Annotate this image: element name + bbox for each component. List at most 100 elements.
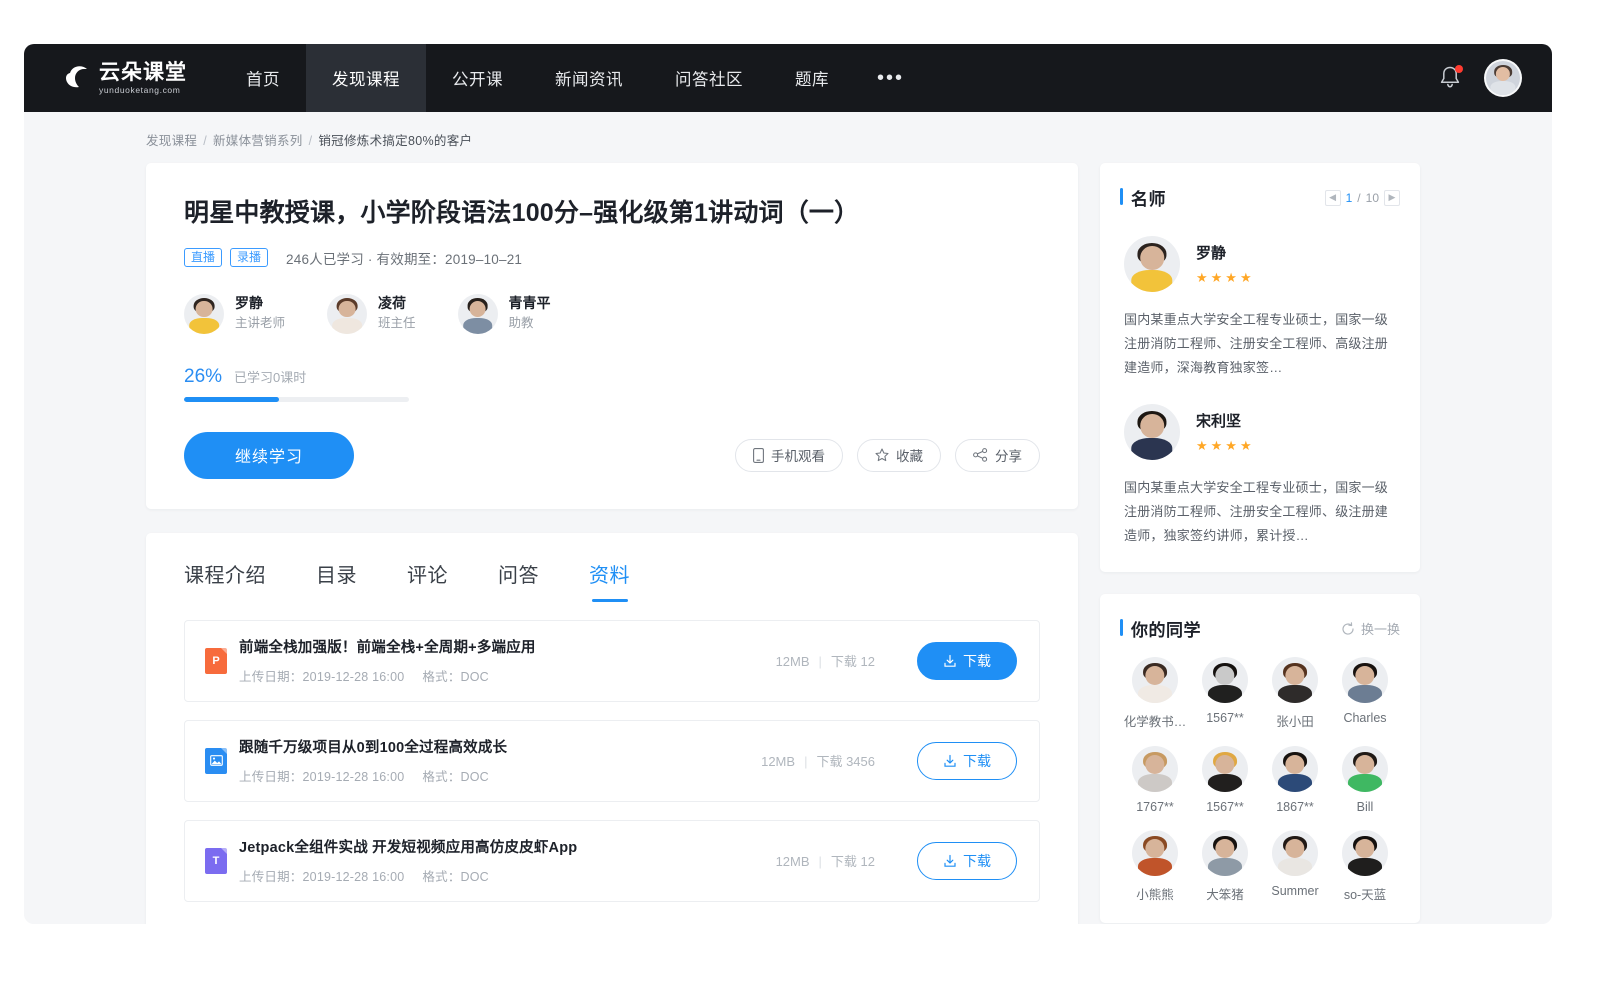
classmate-avatar bbox=[1202, 746, 1248, 792]
tag-live: 直播 bbox=[184, 248, 222, 267]
list-item[interactable]: 1767** bbox=[1120, 746, 1190, 814]
list-item[interactable]: 张小田 bbox=[1260, 657, 1330, 730]
image-file-icon bbox=[205, 748, 227, 774]
classmate-name: Charles bbox=[1343, 711, 1386, 725]
phone-icon bbox=[753, 448, 764, 463]
course-tabs: 课程介绍 目录 评论 问答 资料 bbox=[146, 533, 1078, 606]
bell-icon[interactable] bbox=[1438, 65, 1462, 91]
secondary-actions: 手机观看 收藏 bbox=[735, 439, 1040, 472]
list-item[interactable]: 跟随千万级项目从0到100全过程高效成长 上传日期：2019-12-28 16:… bbox=[184, 720, 1040, 802]
classmate-avatar bbox=[1272, 830, 1318, 876]
download-icon bbox=[943, 654, 957, 668]
progress-block: 26% 已学习0课时 bbox=[184, 366, 1040, 402]
classmate-name: 化学教书… bbox=[1124, 711, 1187, 730]
famous-teacher-entry[interactable]: 宋利坚 ★★★★ 国内某重点大学安全工程专业硕士，国家一级注册消防工程师、注册安… bbox=[1120, 384, 1400, 552]
list-item[interactable]: T Jetpack全组件实战 开发短视频应用高仿皮皮虾App 上传日期：2019… bbox=[184, 820, 1040, 902]
site-logo[interactable]: 云朵课堂 yunduoketang.com bbox=[24, 44, 220, 112]
teacher-name: 罗静 bbox=[235, 294, 285, 313]
share-label: 分享 bbox=[995, 445, 1022, 465]
format-label: 格式： bbox=[422, 770, 460, 784]
nav-item-discover-courses[interactable]: 发现课程 bbox=[306, 44, 426, 112]
upload-date: 2019-12-28 16:00 bbox=[303, 670, 405, 684]
list-item[interactable]: so-天蓝 bbox=[1330, 830, 1400, 903]
teacher-item[interactable]: 罗静 主讲老师 bbox=[184, 294, 285, 334]
download-button[interactable]: 下载 bbox=[917, 742, 1017, 780]
share-button[interactable]: 分享 bbox=[955, 439, 1040, 472]
tab-comments[interactable]: 评论 bbox=[407, 559, 448, 606]
download-button[interactable]: 下载 bbox=[917, 842, 1017, 880]
avatar[interactable] bbox=[1484, 59, 1522, 97]
tab-catalog[interactable]: 目录 bbox=[316, 559, 357, 606]
upload-date: 2019-12-28 16:00 bbox=[303, 870, 405, 884]
upload-label: 上传日期： bbox=[239, 770, 303, 784]
classmate-name: 小熊熊 bbox=[1136, 884, 1174, 903]
list-item[interactable]: 化学教书… bbox=[1120, 657, 1190, 730]
sidebar-column: 名师 ◀ 1/10 ▶ bbox=[1100, 163, 1420, 923]
browser-viewport: 云朵课堂 yunduoketang.com 首页 发现课程 公开课 新闻资讯 问… bbox=[24, 44, 1552, 924]
classmate-name: so-天蓝 bbox=[1344, 884, 1386, 903]
resource-title: 前端全栈加强版！前端全栈+全周期+多端应用 bbox=[239, 636, 776, 657]
tab-course-intro[interactable]: 课程介绍 bbox=[184, 559, 266, 606]
pager-current: 1 bbox=[1346, 191, 1353, 205]
classmate-avatar bbox=[1132, 746, 1178, 792]
nav-item-open-class[interactable]: 公开课 bbox=[426, 44, 529, 112]
tab-qa[interactable]: 问答 bbox=[498, 559, 539, 606]
list-item[interactable]: 1567** bbox=[1190, 746, 1260, 814]
list-item[interactable]: 大笨猪 bbox=[1190, 830, 1260, 903]
tag-recorded: 录播 bbox=[230, 248, 268, 267]
top-navigation-bar: 云朵课堂 yunduoketang.com 首页 发现课程 公开课 新闻资讯 问… bbox=[24, 44, 1552, 112]
nav-item-question-bank[interactable]: 题库 bbox=[769, 44, 855, 112]
upload-label: 上传日期： bbox=[239, 870, 303, 884]
format-label: 格式： bbox=[422, 670, 460, 684]
pager-sep: / bbox=[1357, 191, 1360, 205]
breadcrumb-item-0[interactable]: 发现课程 bbox=[146, 134, 197, 148]
refresh-label: 换一换 bbox=[1361, 619, 1400, 638]
teacher-item[interactable]: 凌荷 班主任 bbox=[327, 294, 416, 334]
rating-stars: ★★★★ bbox=[1196, 270, 1255, 286]
avatar-art bbox=[1486, 61, 1520, 95]
nav-right-controls bbox=[1438, 44, 1552, 112]
text-file-icon: T bbox=[205, 848, 227, 874]
nav-item-qa-community[interactable]: 问答社区 bbox=[649, 44, 769, 112]
course-detail-card: 课程介绍 目录 评论 问答 资料 P bbox=[146, 533, 1078, 925]
famous-teacher-avatar bbox=[1124, 236, 1180, 292]
chevron-right-icon[interactable]: ▶ bbox=[1384, 190, 1400, 206]
list-item[interactable]: 小熊熊 bbox=[1120, 830, 1190, 903]
list-item[interactable]: P 前端全栈加强版！前端全栈+全周期+多端应用 上传日期：2019-12-28 … bbox=[184, 620, 1040, 702]
logo-text-cn: 云朵课堂 bbox=[99, 62, 187, 83]
breadcrumb-item-2: 销冠修炼术搞定80%的客户 bbox=[318, 134, 472, 148]
list-item[interactable]: Summer bbox=[1260, 830, 1330, 903]
resource-subtitle: 上传日期：2019-12-28 16:00格式：DOC bbox=[239, 866, 776, 885]
download-count: 下载 12 bbox=[831, 854, 875, 869]
list-item[interactable]: Charles bbox=[1330, 657, 1400, 730]
refresh-classmates-button[interactable]: 换一换 bbox=[1341, 619, 1400, 638]
resource-list: P 前端全栈加强版！前端全栈+全周期+多端应用 上传日期：2019-12-28 … bbox=[146, 606, 1078, 902]
classmate-avatar bbox=[1272, 746, 1318, 792]
teacher-item[interactable]: 青青平 助教 bbox=[458, 294, 551, 334]
list-item[interactable]: Bill bbox=[1330, 746, 1400, 814]
favorite-button[interactable]: 收藏 bbox=[857, 439, 941, 472]
classmates-grid: 化学教书… 1567** 张小田 bbox=[1120, 657, 1400, 903]
nav-item-news[interactable]: 新闻资讯 bbox=[529, 44, 649, 112]
breadcrumb-item-1[interactable]: 新媒体营销系列 bbox=[213, 134, 303, 148]
resource-stats: 12MB|下载 12 bbox=[776, 851, 875, 870]
nav-item-home[interactable]: 首页 bbox=[220, 44, 306, 112]
list-item[interactable]: 1867** bbox=[1260, 746, 1330, 814]
ppt-file-icon: P bbox=[205, 648, 227, 674]
download-button[interactable]: 下载 bbox=[917, 642, 1017, 680]
image-glyph bbox=[210, 755, 223, 766]
continue-learning-button[interactable]: 继续学习 bbox=[184, 432, 354, 479]
download-count: 下载 3456 bbox=[816, 754, 875, 769]
famous-teacher-entry[interactable]: 罗静 ★★★★ 国内某重点大学安全工程专业硕士，国家一级注册消防工程师、注册安全… bbox=[1120, 216, 1400, 384]
classmate-avatar bbox=[1342, 657, 1388, 703]
classmate-avatar bbox=[1342, 830, 1388, 876]
watch-on-phone-button[interactable]: 手机观看 bbox=[735, 439, 843, 472]
classmate-name: 1567** bbox=[1206, 711, 1244, 725]
progress-note: 已学习0课时 bbox=[234, 367, 306, 386]
nav-item-more-icon[interactable]: ••• bbox=[855, 44, 926, 112]
tab-materials[interactable]: 资料 bbox=[589, 559, 630, 606]
chevron-left-icon[interactable]: ◀ bbox=[1325, 190, 1341, 206]
file-icon-letter: T bbox=[213, 855, 220, 867]
classmate-name: 1867** bbox=[1276, 800, 1314, 814]
list-item[interactable]: 1567** bbox=[1190, 657, 1260, 730]
